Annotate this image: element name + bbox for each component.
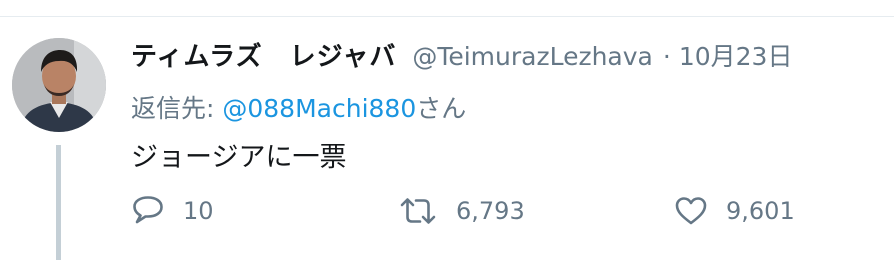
- reply-count: 10: [183, 197, 214, 225]
- display-name[interactable]: ティムラズ レジャバ: [131, 36, 396, 73]
- heart-icon: [675, 197, 707, 225]
- avatar[interactable]: [12, 38, 106, 132]
- divider: [0, 16, 894, 17]
- tweet-text: ジョージアに一票: [131, 142, 347, 173]
- retweet-count: 6,793: [456, 197, 525, 225]
- reply-to-line: 返信先: @088Machi880さん: [131, 89, 466, 125]
- avatar-photo: [12, 38, 106, 132]
- retweet-icon: [400, 198, 436, 224]
- reply-to-prefix: 返信先:: [131, 94, 223, 123]
- like-count: 9,601: [726, 197, 795, 225]
- separator-dot: ·: [662, 42, 671, 71]
- retweet-button[interactable]: 6,793: [398, 193, 525, 229]
- tweet[interactable]: ティムラズ レジャバ @TeimurazLezhava · 10月23日 返信先…: [0, 0, 894, 260]
- tweet-header: ティムラズ レジャバ @TeimurazLezhava · 10月23日: [131, 36, 792, 76]
- reply-icon: [133, 196, 163, 224]
- tweet-date[interactable]: 10月23日: [679, 37, 793, 73]
- like-button[interactable]: 9,601: [674, 193, 795, 229]
- reply-to-suffix: さん: [416, 94, 467, 123]
- reply-button[interactable]: 10: [131, 193, 214, 229]
- reply-mention-link[interactable]: @088Machi880: [222, 94, 416, 123]
- tweet-actions: 10 6,793 9,601: [131, 193, 831, 229]
- user-handle[interactable]: @TeimurazLezhava: [412, 42, 653, 71]
- thread-line: [56, 145, 61, 260]
